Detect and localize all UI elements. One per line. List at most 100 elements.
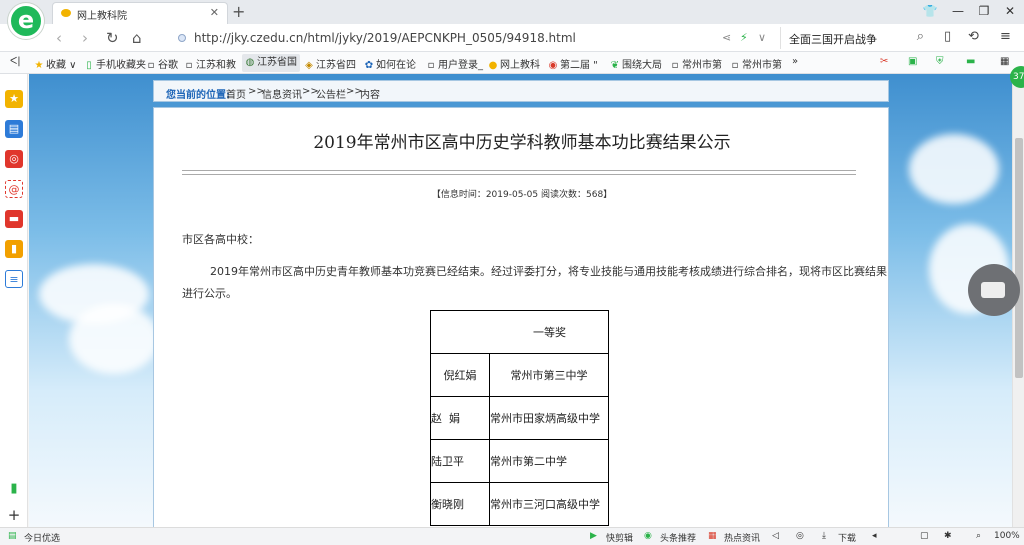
tab-favicon-icon	[61, 9, 71, 17]
compatibility-icon[interactable]: ▢	[920, 531, 929, 541]
article-meta: 【信息时间：2019-05-05 阅读次数：568】	[431, 190, 613, 200]
tab-close-icon[interactable]: ✕	[210, 6, 219, 19]
game-icon[interactable]: ▬	[966, 56, 975, 67]
floating-video-button[interactable]	[968, 264, 1020, 316]
winner-name: 倪红娟	[430, 353, 490, 397]
leaf-icon: ❦	[610, 60, 620, 71]
sidebar-add-button[interactable]: +	[5, 506, 23, 524]
status-zoom[interactable]: 100%	[994, 531, 1020, 541]
status-today-picks[interactable]: 今日优选	[24, 531, 60, 544]
status-headline[interactable]: 头条推荐	[660, 531, 696, 544]
maximize-button[interactable]: ❐	[974, 4, 994, 18]
site-icon: ◉	[548, 60, 558, 71]
settings-icon[interactable]: ✱	[944, 531, 952, 541]
document-icon[interactable]: ≡	[5, 270, 23, 288]
undo-close-icon[interactable]: ⟲	[968, 29, 979, 44]
title-divider	[182, 170, 856, 171]
bookmark-jiaoke[interactable]: ● 网上教科	[488, 56, 540, 71]
skin-icon[interactable]: 👕	[920, 4, 940, 18]
video-icon	[981, 282, 1005, 298]
bookmark-jiangsu-si[interactable]: ◈ 江苏省四	[304, 56, 356, 71]
apps-icon[interactable]: ▦	[1000, 56, 1009, 67]
url-text: http://jky.czedu.cn/html/jyky/2019/AEPCN…	[194, 31, 576, 45]
speaker-icon[interactable]: ◁	[772, 531, 779, 541]
browser-logo-icon[interactable]: e	[8, 3, 44, 39]
favorites-star-icon[interactable]: ★	[5, 90, 23, 108]
breadcrumb-content: 内容	[360, 90, 380, 101]
status-hot-news[interactable]: 热点资讯	[724, 531, 760, 544]
table-row: 倪红娟 常州市第三中学	[430, 353, 609, 397]
page-icon: ▫	[731, 60, 739, 71]
extension-icon[interactable]: ▣	[908, 56, 917, 67]
bookmark-jiangsu-hejiao[interactable]: ▫ 江苏和教	[184, 56, 236, 71]
share-icon[interactable]: ⋖	[722, 31, 731, 44]
winner-school: 常州市第三中学	[489, 353, 609, 397]
winner-name: 衡晓刚	[430, 482, 490, 526]
status-download[interactable]: 下载	[838, 531, 856, 544]
refresh-button[interactable]: ↻	[106, 29, 119, 47]
breadcrumb-notice[interactable]: 公告栏	[316, 86, 346, 101]
collapse-sidebar-icon[interactable]: ᐸ|	[10, 56, 21, 67]
article-panel: 2019年常州市区高中历史学科教师基本功比赛结果公示 【信息时间：2019-05…	[153, 107, 889, 527]
scrollbar-thumb[interactable]	[1015, 138, 1023, 378]
breadcrumb-home[interactable]: 首页	[226, 86, 246, 101]
sound-icon[interactable]: ◂	[872, 531, 877, 541]
bookmark-favorites[interactable]: ★ 收藏 ∨	[34, 56, 77, 71]
status-quick-edit[interactable]: 快剪辑	[606, 531, 633, 544]
mail-icon[interactable]: @	[5, 180, 23, 198]
bookmark-daju[interactable]: ❦ 围绕大局	[610, 56, 662, 71]
book-icon[interactable]: ▮	[5, 240, 23, 258]
tools-icon[interactable]: ✂	[880, 56, 888, 67]
bookmark-changzhou-2[interactable]: ▫ 常州市第	[730, 56, 782, 71]
recommend-icon[interactable]: ▤	[8, 531, 17, 541]
shield-icon[interactable]: ⛨	[936, 56, 944, 67]
headline-icon: ◉	[644, 531, 652, 541]
paw-icon: ✿	[364, 60, 374, 71]
search-query: 全面三国开启战争	[789, 33, 877, 46]
bookmark-how-to[interactable]: ✿ 如何在论	[364, 56, 416, 71]
article-salutation: 市区各高中校：	[182, 233, 259, 246]
bookmarks-more[interactable]: »	[792, 56, 798, 67]
forward-button[interactable]: ›	[82, 29, 88, 47]
bookmark-login[interactable]: ▫ 用户登录_	[426, 56, 483, 71]
breadcrumb-info[interactable]: 信息资讯	[262, 86, 302, 101]
news-icon[interactable]: ▤	[5, 120, 23, 138]
bookmark-second[interactable]: ◉ 第二届 "	[548, 56, 598, 71]
url-dropdown-icon[interactable]: ∨	[758, 31, 766, 44]
menu-icon[interactable]: ≡	[1000, 29, 1011, 44]
zoom-icon: ⌕	[976, 531, 982, 541]
tab-active[interactable]: 网上教科院 ✕	[52, 2, 228, 24]
article-body-line2: 进行公示。	[182, 287, 237, 300]
winner-school: 常州市第二中学	[489, 439, 609, 483]
globe-icon: ◍	[245, 57, 255, 68]
privacy-icon[interactable]: ◎	[796, 531, 804, 541]
bookmark-site-icon: ◈	[305, 60, 313, 71]
search-icon[interactable]: ⌕	[917, 29, 924, 44]
bookmark-changzhou-1[interactable]: ▫ 常州市第	[670, 56, 722, 71]
game-controller-icon[interactable]: ▬	[5, 210, 23, 228]
table-row: 衡晓刚 常州市三河口高级中学	[430, 482, 609, 526]
minimize-button[interactable]: —	[948, 4, 968, 18]
status-bar: ▤ 今日优选 ▶ 快剪辑 ◉ 头条推荐 ▦ 热点资讯 ◁ ◎ ⤓ 下载 ◂ ▢ …	[0, 527, 1024, 545]
site-icon: ●	[488, 60, 498, 71]
home-button[interactable]: ⌂	[132, 29, 142, 47]
search-input[interactable]: 全面三国开启战争 ⌕	[780, 27, 930, 49]
site-info-icon[interactable]	[178, 34, 186, 42]
url-field[interactable]: http://jky.czedu.cn/html/jyky/2019/AEPCN…	[174, 27, 778, 49]
bookmark-jiangsu-guo[interactable]: ◍ 江苏省国	[242, 54, 300, 72]
battery-icon[interactable]: ▮	[5, 480, 23, 498]
bookmark-google[interactable]: ▫ 谷歌	[146, 56, 178, 71]
breadcrumb-label: 您当前的位置:	[166, 90, 230, 101]
new-tab-button[interactable]: +	[232, 2, 245, 21]
page-icon: ▫	[147, 60, 155, 71]
bookmark-mobile[interactable]: ▯ 手机收藏夹	[84, 56, 146, 71]
mobile-icon[interactable]: ▯	[944, 29, 951, 44]
table-row: 陆卫平 常州市第二中学	[430, 439, 609, 483]
speed-mode-icon[interactable]: ⚡	[740, 31, 748, 44]
download-icon: ⤓	[822, 531, 826, 541]
weibo-icon[interactable]: ◎	[5, 150, 23, 168]
winner-school: 常州市田家炳高级中学	[489, 396, 609, 440]
close-window-button[interactable]: ✕	[1000, 4, 1020, 18]
back-button[interactable]: ‹	[56, 29, 62, 47]
breadcrumb: 您当前的位置: 首页 >> 信息资讯 >> 公告栏 >> 内容	[153, 80, 889, 102]
